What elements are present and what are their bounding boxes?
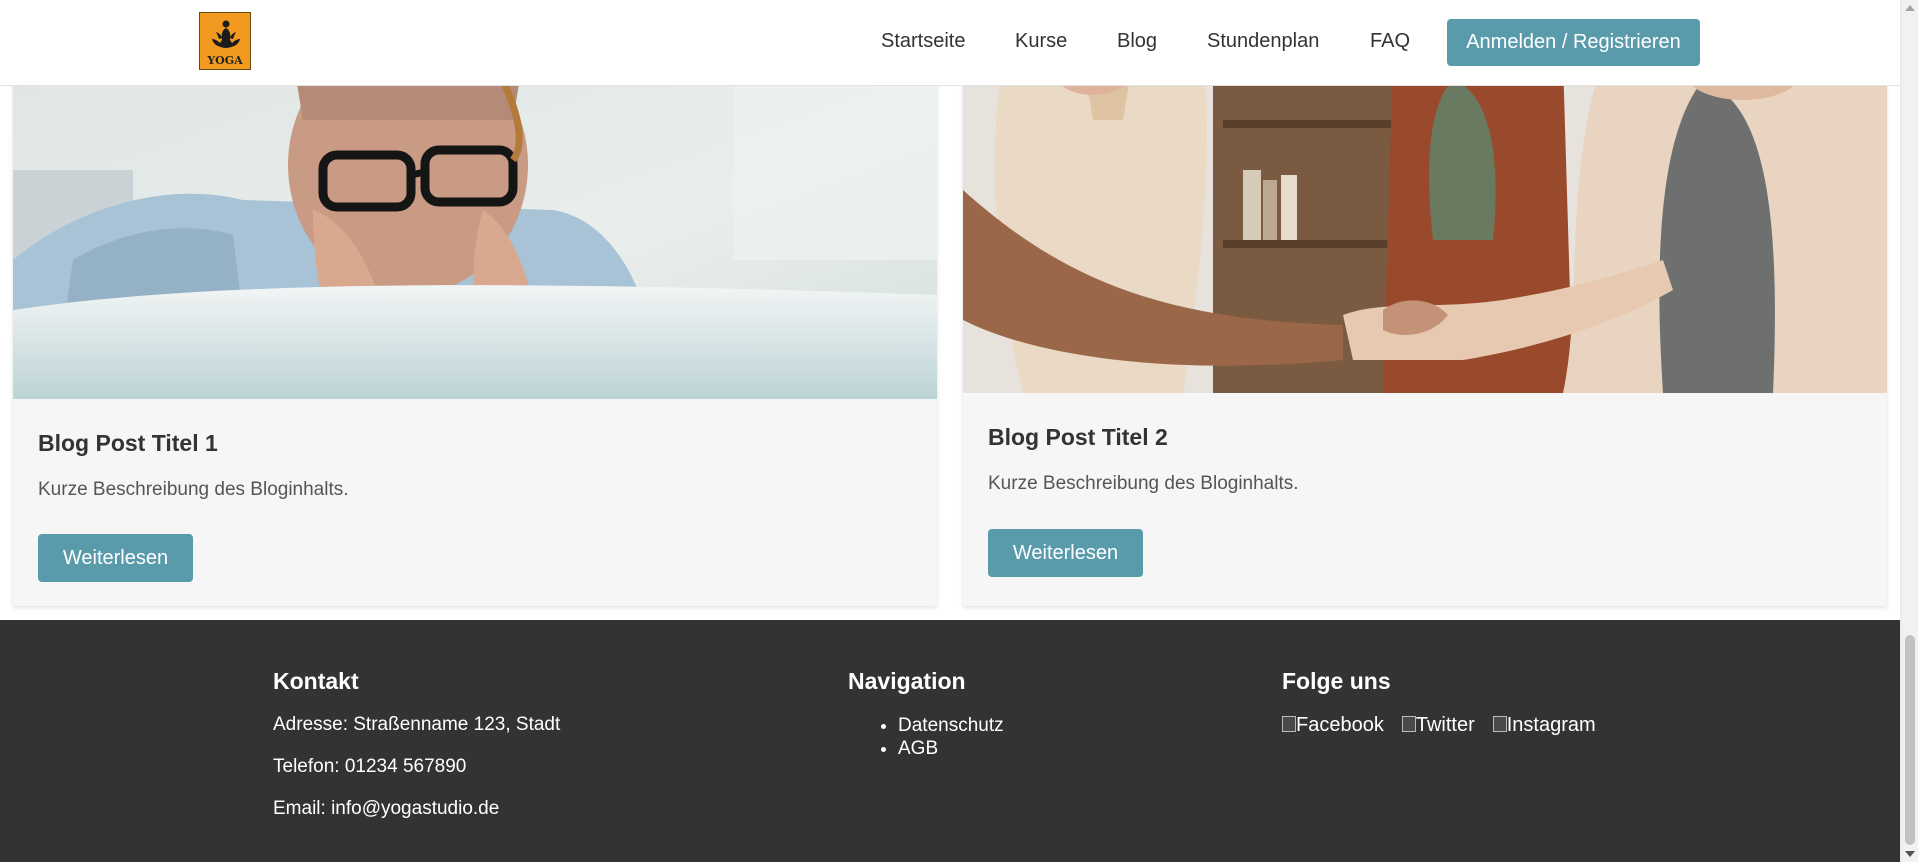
nav-link-startseite[interactable]: Startseite [881, 30, 965, 53]
page: YOGA Startseite Kurse Blog Stundenplan F… [0, 0, 1900, 862]
read-more-button[interactable]: Weiterlesen [38, 534, 193, 582]
broken-image-icon [1492, 715, 1507, 732]
yoga-logo[interactable]: YOGA [199, 12, 251, 70]
nav-link-faq[interactable]: FAQ [1370, 30, 1410, 53]
blog-post-title[interactable]: Blog Post Titel 1 [38, 430, 218, 457]
read-more-button[interactable]: Weiterlesen [988, 529, 1143, 577]
blog-post-description: Kurze Beschreibung des Bloginhalts. [988, 473, 1299, 494]
footer-link-agb[interactable]: AGB [898, 737, 1004, 760]
footer-link-datenschutz[interactable]: Datenschutz [898, 714, 1004, 737]
facebook-link[interactable]: Facebook [1282, 714, 1384, 737]
footer-nav-list: Datenschutz AGB [848, 714, 1004, 760]
nav-link-stundenplan[interactable]: Stundenplan [1207, 30, 1319, 53]
yoga-lotus-icon [212, 20, 240, 48]
login-register-button[interactable]: Anmelden / Registrieren [1447, 19, 1700, 66]
broken-image-icon [1401, 715, 1416, 732]
page-scrollbar[interactable] [1900, 0, 1918, 862]
footer-contact: Kontakt Adresse: Straßenname 123, Stadt … [273, 668, 560, 840]
footer-social-heading: Folge uns [1282, 668, 1391, 694]
twitter-link[interactable]: Twitter [1401, 714, 1475, 737]
footer-navigation: Navigation Datenschutz AGB [848, 668, 1004, 760]
site-header: YOGA Startseite Kurse Blog Stundenplan F… [0, 0, 1900, 86]
twitter-alt-text: Twitter [1415, 714, 1475, 736]
blog-post-title[interactable]: Blog Post Titel 2 [988, 424, 1168, 451]
scroll-thumb[interactable] [1905, 635, 1915, 845]
scroll-down-icon[interactable] [1905, 851, 1915, 857]
blog-post-image [963, 60, 1887, 393]
blog-card: Blog Post Titel 2 Kurze Beschreibung des… [963, 60, 1887, 606]
social-links: Facebook Twitter Instagram [1282, 714, 1596, 737]
contact-address: Adresse: Straßenname 123, Stadt [273, 714, 561, 735]
nav-link-blog[interactable]: Blog [1117, 30, 1157, 53]
site-footer: Kontakt Adresse: Straßenname 123, Stadt … [0, 620, 1900, 862]
instagram-alt-text: Instagram [1506, 714, 1596, 736]
logo-text: YOGA [207, 54, 243, 67]
blog-card: Blog Post Titel 1 Kurze Beschreibung des… [13, 60, 937, 606]
footer-social: Folge uns Facebook Twitter Instagram [1282, 668, 1596, 737]
broken-image-icon [1282, 715, 1296, 732]
contact-phone: Telefon: 01234 567890 [273, 756, 467, 777]
facebook-alt-text: Facebook [1296, 714, 1384, 736]
blog-post-image [13, 60, 937, 399]
blog-post-description: Kurze Beschreibung des Bloginhalts. [38, 479, 349, 500]
nav-link-kurse[interactable]: Kurse [1015, 30, 1067, 53]
footer-contact-heading: Kontakt [273, 668, 359, 694]
instagram-link[interactable]: Instagram [1492, 714, 1596, 737]
contact-email: Email: info@yogastudio.de [273, 798, 500, 819]
scroll-up-icon[interactable] [1905, 5, 1915, 11]
footer-navigation-heading: Navigation [848, 668, 966, 694]
